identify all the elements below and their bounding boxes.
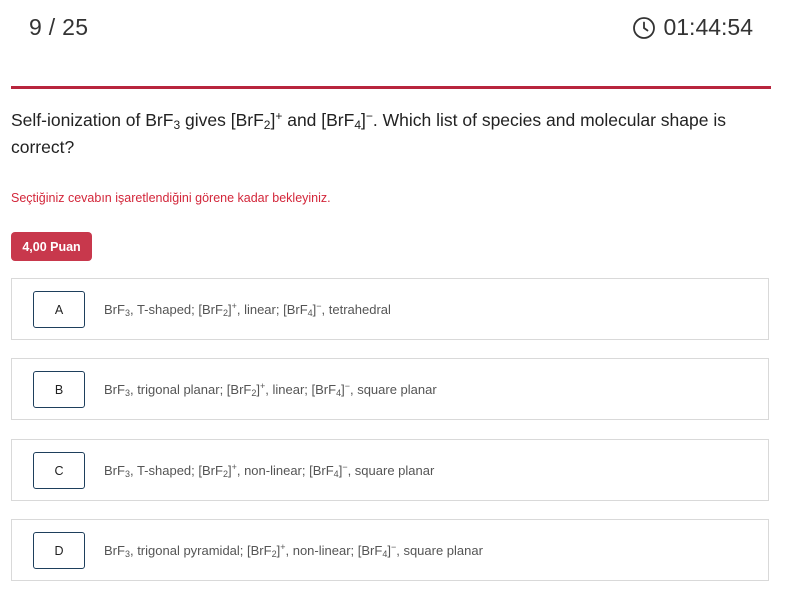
option-text: BrF3, trigonal planar; [BrF2]+, linear; … xyxy=(104,381,437,398)
header-divider xyxy=(11,86,771,89)
option-text: BrF3, T-shaped; [BrF2]+, linear; [BrF4]−… xyxy=(104,301,391,318)
option-a[interactable]: A BrF3, T-shaped; [BrF2]+, linear; [BrF4… xyxy=(11,278,769,340)
question-counter: 9 / 25 xyxy=(29,14,89,40)
timer: 01:44:54 xyxy=(632,14,753,41)
option-c[interactable]: C BrF3, T-shaped; [BrF2]+, non-linear; [… xyxy=(11,439,769,501)
clock-icon xyxy=(633,16,656,39)
top-bar: 9 / 25 01:44:54 xyxy=(0,0,789,60)
selection-notice: Seçtiğiniz cevabın işaretlendiğini gören… xyxy=(11,191,331,205)
option-text: BrF3, trigonal pyramidal; [BrF2]+, non-l… xyxy=(104,542,483,559)
option-letter[interactable]: D xyxy=(33,532,85,569)
option-letter[interactable]: B xyxy=(33,371,85,408)
option-letter[interactable]: A xyxy=(33,291,85,328)
option-text: BrF3, T-shaped; [BrF2]+, non-linear; [Br… xyxy=(104,462,435,479)
option-b[interactable]: B BrF3, trigonal planar; [BrF2]+, linear… xyxy=(11,358,769,420)
option-letter[interactable]: C xyxy=(33,452,85,489)
timer-value: 01:44:54 xyxy=(663,14,753,40)
question-text: Self-ionization of BrF3 gives [BrF2]+ an… xyxy=(11,109,726,157)
option-d[interactable]: D BrF3, trigonal pyramidal; [BrF2]+, non… xyxy=(11,519,769,581)
points-badge: 4,00 Puan xyxy=(11,232,92,261)
